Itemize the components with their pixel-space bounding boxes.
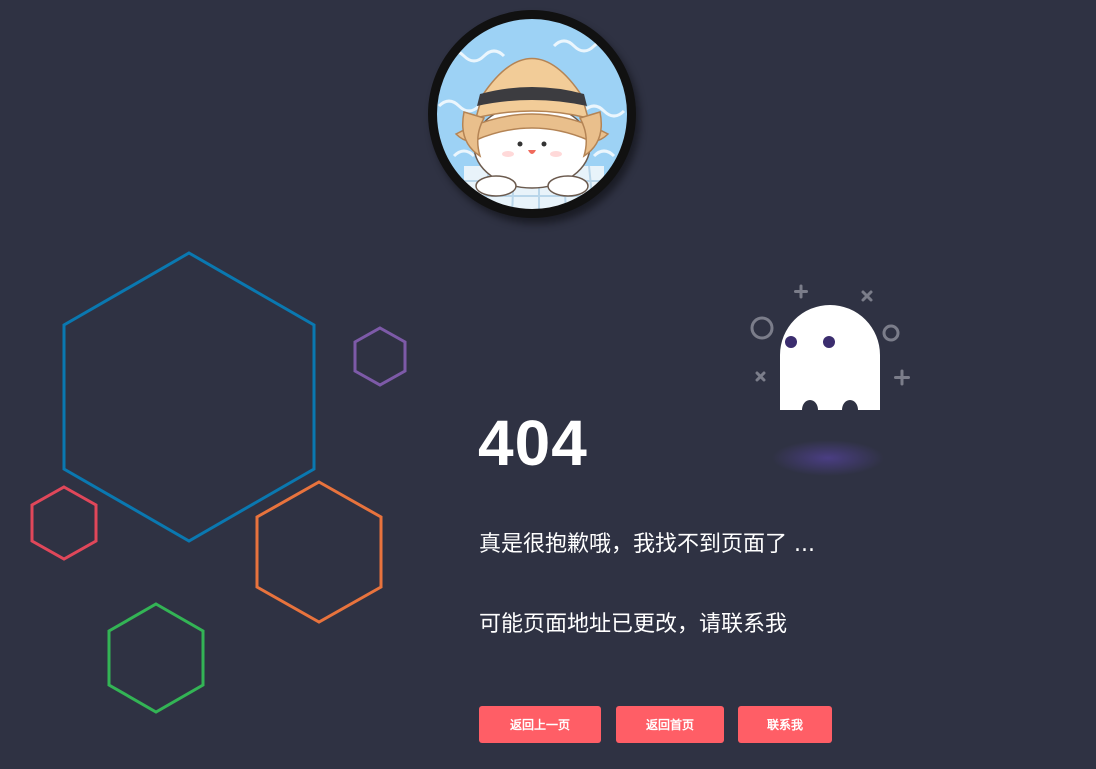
- hexagon-orange: [255, 480, 383, 624]
- error-message-primary: 真是很抱歉哦，我找不到页面了 ...: [479, 532, 815, 557]
- contact-button[interactable]: 联系我: [738, 706, 832, 743]
- hexagon-blue: [62, 251, 316, 543]
- avatar-image: [435, 17, 629, 211]
- error-page: 404 真是很抱歉哦，我找不到页面了 ... 可能页面地址已更改，请联系我 返回…: [0, 0, 1096, 769]
- error-message-secondary: 可能页面地址已更改，请联系我: [479, 612, 788, 637]
- sparkle-circle-large: [750, 316, 774, 340]
- error-code: 404: [478, 407, 588, 479]
- ghost-shadow: [772, 440, 884, 476]
- action-buttons: 返回上一页 返回首页 联系我: [479, 706, 832, 743]
- hexagon-decoration: [30, 251, 407, 714]
- ghost-illustration: [745, 280, 915, 480]
- hexagon-red: [30, 485, 98, 561]
- ghost-icon: [750, 284, 910, 476]
- sparkle-circle-small: [882, 324, 900, 342]
- avatar[interactable]: [428, 10, 636, 218]
- hexagon-purple: [353, 326, 407, 387]
- hexagon-green: [107, 602, 205, 714]
- back-button[interactable]: 返回上一页: [479, 706, 601, 743]
- home-button[interactable]: 返回首页: [616, 706, 724, 743]
